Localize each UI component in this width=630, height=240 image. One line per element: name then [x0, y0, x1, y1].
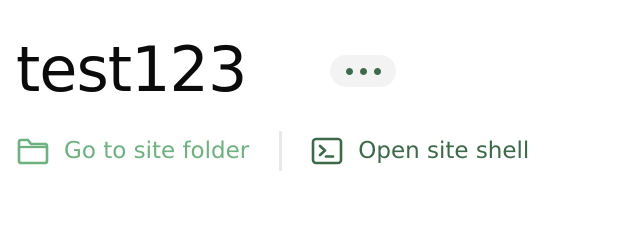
title-row: test123 — [16, 30, 247, 110]
more-options-button[interactable] — [330, 55, 396, 87]
more-horizontal-icon-dot — [373, 67, 381, 75]
site-title: test123 — [16, 33, 247, 106]
terminal-icon — [310, 134, 344, 168]
more-horizontal-icon-dot — [359, 67, 367, 75]
actions-divider — [279, 131, 283, 171]
go-to-site-folder-label: Go to site folder — [64, 138, 250, 164]
folder-icon — [16, 134, 50, 168]
more-horizontal-icon — [345, 67, 353, 75]
go-to-site-folder-link[interactable]: Go to site folder — [16, 134, 249, 168]
open-site-shell-label: Open site shell — [358, 138, 530, 164]
open-site-shell-link[interactable]: Open site shell — [310, 134, 529, 168]
site-actions: Go to site folder Open site shell — [16, 128, 529, 174]
site-header: test123 Go to site folder Open site shel… — [0, 0, 630, 210]
